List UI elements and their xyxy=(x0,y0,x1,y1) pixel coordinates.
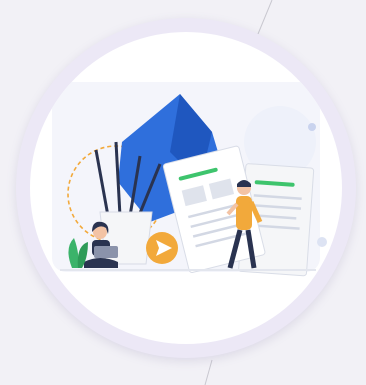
documents-and-people-icon xyxy=(52,82,327,277)
backdrop-dot xyxy=(317,237,327,247)
backdrop-dot xyxy=(308,123,316,131)
badge-face xyxy=(30,32,342,344)
